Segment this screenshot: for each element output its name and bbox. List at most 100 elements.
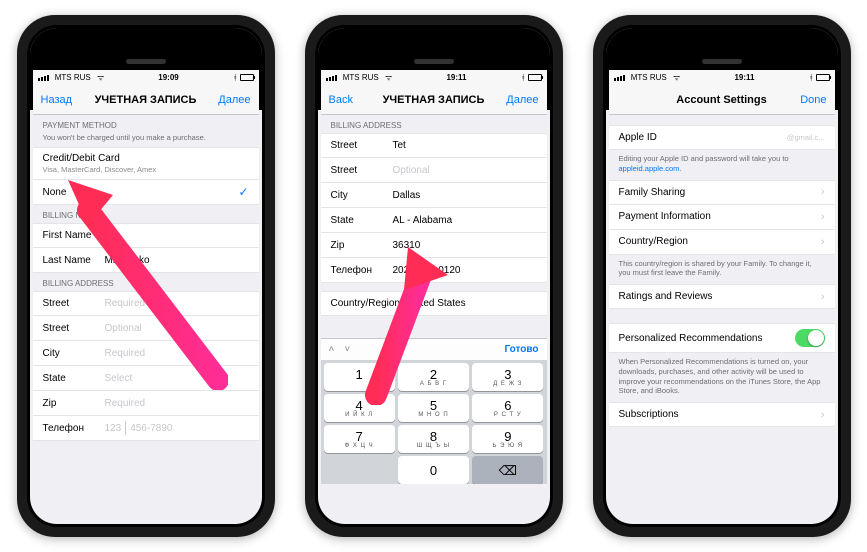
key-0[interactable]: 0 xyxy=(398,456,469,484)
key-5[interactable]: 5М Н О П xyxy=(398,394,469,422)
zip-cell[interactable]: Zip Required xyxy=(33,391,259,416)
street-cell[interactable]: Street Tet xyxy=(321,133,547,158)
nav-title: УЧЕТНАЯ ЗАПИСЬ xyxy=(91,94,201,106)
battery-icon xyxy=(240,74,254,81)
subscriptions-cell[interactable]: Subscriptions › xyxy=(609,402,835,427)
numeric-keypad: 1 2А Б В Г 3Д Е Ж З 4И Й К Л 5М Н О П 6Р… xyxy=(321,360,547,484)
state-placeholder: Select xyxy=(105,373,133,384)
key-4[interactable]: 4И Й К Л xyxy=(324,394,395,422)
subscriptions-label: Subscriptions xyxy=(619,409,679,420)
nav-title: Account Settings xyxy=(667,94,777,106)
carrier-label: MTS RUS xyxy=(343,73,379,82)
personalized-cell[interactable]: Personalized Recommendations xyxy=(609,323,835,353)
street2-cell[interactable]: Street Optional xyxy=(33,316,259,341)
apple-id-note: Editing your Apple ID and password will … xyxy=(609,150,835,180)
billing-name-header: BILLING NAME xyxy=(33,205,259,223)
state-label: State xyxy=(331,215,393,226)
key-1[interactable]: 1 xyxy=(324,363,395,391)
street-label: Street xyxy=(43,298,105,309)
state-cell[interactable]: State Select xyxy=(33,366,259,391)
personalized-note: When Personalized Recommendations is tur… xyxy=(609,353,835,402)
billing-address-header: BILLING ADDRESS xyxy=(321,115,547,133)
payment-note: You won't be charged until you make a pu… xyxy=(33,133,259,147)
back-button[interactable]: Назад xyxy=(41,94,91,106)
chevron-right-icon: › xyxy=(821,236,825,248)
payment-info-label: Payment Information xyxy=(619,211,711,222)
ratings-cell[interactable]: Ratings and Reviews › xyxy=(609,284,835,309)
last-name-value: Mikhay ko xyxy=(105,255,150,266)
phone-cell[interactable]: Телефон 123 456-7890 xyxy=(33,416,259,441)
street-value: Tet xyxy=(393,140,406,151)
street2-placeholder: Optional xyxy=(393,165,430,176)
family-sharing-cell[interactable]: Family Sharing › xyxy=(609,180,835,205)
bluetooth-icon: ᚼ xyxy=(809,73,814,82)
street2-label: Street xyxy=(43,323,105,334)
battery-icon xyxy=(528,74,542,81)
zip-label: Zip xyxy=(43,398,105,409)
first-name-cell[interactable]: First Name S v xyxy=(33,223,259,248)
key-3[interactable]: 3Д Е Ж З xyxy=(472,363,543,391)
billing-address-header: BILLING ADDRESS xyxy=(33,273,259,291)
key-2[interactable]: 2А Б В Г xyxy=(398,363,469,391)
street2-placeholder: Optional xyxy=(105,323,142,334)
apple-id-value: @gmail.c... xyxy=(787,133,825,142)
key-backspace[interactable]: ⌫ xyxy=(472,456,543,484)
wifi-icon: ᯤ xyxy=(97,72,104,83)
time-label: 19:09 xyxy=(104,73,232,82)
state-cell[interactable]: State AL - Alabama xyxy=(321,208,547,233)
payment-info-cell[interactable]: Payment Information › xyxy=(609,205,835,230)
key-9[interactable]: 9Ь Э Ю Я xyxy=(472,425,543,453)
apple-id-cell[interactable]: Apple ID @gmail.c... xyxy=(609,125,835,150)
screen-1: MTS RUS ᯤ 19:09 ᚼ Назад УЧЕТНАЯ ЗАПИСЬ Д… xyxy=(33,70,259,484)
next-button[interactable]: Далее xyxy=(489,94,539,106)
last-name-label: Last Name xyxy=(43,255,105,266)
keyboard-toolbar: ˄ ˅ Готово xyxy=(321,338,547,360)
kb-down-icon[interactable]: ˅ xyxy=(344,344,350,355)
phone-num-value: 555-0120 xyxy=(418,265,460,276)
street-cell[interactable]: Street Required xyxy=(33,291,259,316)
key-empty xyxy=(324,456,395,484)
toggle-switch[interactable] xyxy=(795,329,825,347)
carrier-label: MTS RUS xyxy=(55,73,91,82)
phone-code-value: 202 xyxy=(393,265,410,276)
zip-value: 36310 xyxy=(393,240,421,251)
city-cell[interactable]: City Required xyxy=(33,341,259,366)
city-label: City xyxy=(43,348,105,359)
next-button[interactable]: Далее xyxy=(201,94,251,106)
phone-label: Телефон xyxy=(331,265,393,276)
none-cell[interactable]: None ✓ xyxy=(33,180,259,205)
key-7[interactable]: 7Ф Х Ц Ч xyxy=(324,425,395,453)
status-bar: MTS RUS ᯤ 19:09 ᚼ xyxy=(33,70,259,85)
backspace-icon: ⌫ xyxy=(499,464,517,477)
country-cell[interactable]: Country/Region: United States xyxy=(321,291,547,316)
bluetooth-icon: ᚼ xyxy=(233,73,238,82)
nav-bar: Назад УЧЕТНАЯ ЗАПИСЬ Далее xyxy=(33,85,259,115)
wifi-icon: ᯤ xyxy=(673,72,680,83)
signal-icon xyxy=(326,75,337,81)
done-button[interactable]: Done xyxy=(777,94,827,106)
city-cell[interactable]: City Dallas xyxy=(321,183,547,208)
last-name-cell[interactable]: Last Name Mikhay ko xyxy=(33,248,259,273)
time-label: 19:11 xyxy=(680,73,808,82)
country-region-cell[interactable]: Country/Region › xyxy=(609,230,835,255)
credit-card-title: Credit/Debit Card xyxy=(43,153,157,164)
phone-label: Телефон xyxy=(43,423,105,434)
chevron-right-icon: › xyxy=(821,186,825,198)
city-placeholder: Required xyxy=(105,348,146,359)
credit-card-cell[interactable]: Credit/Debit Card Visa, MasterCard, Disc… xyxy=(33,147,259,180)
phone-separator xyxy=(125,421,126,435)
kb-done-button[interactable]: Готово xyxy=(504,344,538,355)
phone-cell[interactable]: Телефон 202 555-0120 xyxy=(321,258,547,283)
chevron-right-icon: › xyxy=(821,409,825,421)
screen-3: MTS RUS ᯤ 19:11 ᚼ Account Settings Done … xyxy=(609,70,835,484)
back-button[interactable]: Back xyxy=(329,94,379,106)
kb-up-icon[interactable]: ˄ xyxy=(329,344,335,355)
street2-cell[interactable]: Street Optional xyxy=(321,158,547,183)
key-6[interactable]: 6Р С Т У xyxy=(472,394,543,422)
nav-bar: Account Settings Done xyxy=(609,85,835,115)
screen-2: MTS RUS ᯤ 19:11 ᚼ Back УЧЕТНАЯ ЗАПИСЬ Да… xyxy=(321,70,547,484)
key-8[interactable]: 8Ш Щ Ъ Ы xyxy=(398,425,469,453)
apple-id-link[interactable]: appleid.apple.com xyxy=(619,164,680,173)
zip-cell[interactable]: Zip 36310 xyxy=(321,233,547,258)
chevron-right-icon: › xyxy=(821,211,825,223)
